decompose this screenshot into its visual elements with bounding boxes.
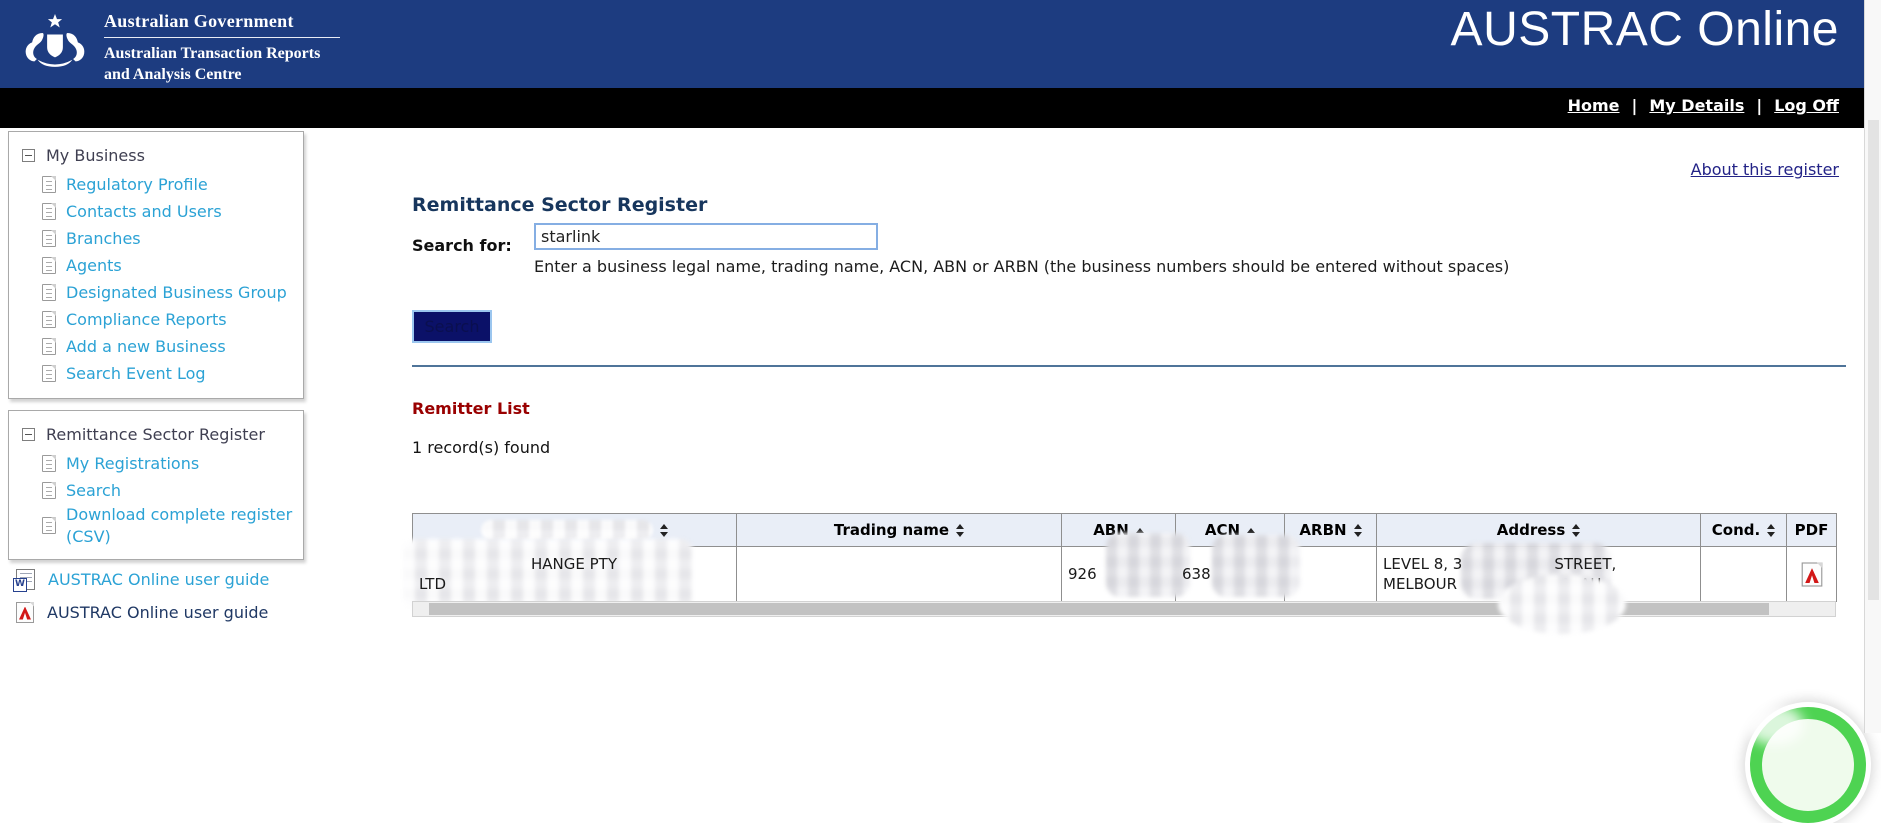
remitter-list-heading: Remitter List bbox=[412, 399, 530, 418]
cell-abn: 926 bbox=[1062, 547, 1176, 602]
document-icon bbox=[42, 284, 56, 301]
chat-widget-button[interactable] bbox=[1750, 707, 1866, 823]
pdf-document-icon bbox=[16, 602, 34, 623]
app-title: AUSTRAC Online bbox=[1451, 2, 1839, 57]
document-icon bbox=[42, 311, 56, 328]
search-button[interactable]: Search bbox=[412, 310, 492, 343]
cell-acn: 638 bbox=[1176, 547, 1285, 602]
nav-log-off-link[interactable]: Log Off bbox=[1774, 96, 1839, 115]
sidebar-item-my-registrations[interactable]: My Registrations bbox=[42, 450, 303, 477]
user-guide-word-row[interactable]: AUSTRAC Online user guide bbox=[16, 567, 316, 591]
nav-home-link[interactable]: Home bbox=[1568, 96, 1620, 115]
sidebar-remittance-register-panel: Remittance Sector Register My Registrati… bbox=[8, 410, 304, 560]
cell-legal-name: HANGE PTY LTD bbox=[413, 547, 737, 602]
sidebar-item-add-a-new-business[interactable]: Add a new Business bbox=[42, 333, 303, 360]
sidebar-item-contacts-and-users[interactable]: Contacts and Users bbox=[42, 198, 303, 225]
nav-my-details-link[interactable]: My Details bbox=[1649, 96, 1744, 115]
sort-up-down-icon bbox=[1767, 524, 1775, 537]
search-input[interactable] bbox=[534, 223, 878, 250]
user-guide-links: AUSTRAC Online user guide AUSTRAC Online… bbox=[16, 567, 316, 633]
document-icon bbox=[42, 455, 56, 472]
gov-line2: Australian Transaction Reports bbox=[104, 44, 340, 65]
sort-ascending-icon bbox=[1247, 528, 1255, 533]
user-guide-pdf-row[interactable]: AUSTRAC Online user guide bbox=[16, 600, 316, 624]
search-for-label: Search for: bbox=[412, 236, 512, 255]
sidebar-item-agents[interactable]: Agents bbox=[42, 252, 303, 279]
word-document-icon bbox=[16, 569, 35, 590]
cell-cond bbox=[1701, 547, 1787, 602]
sidebar-item-download-complete-register-csv[interactable]: Download complete register (CSV) bbox=[42, 504, 303, 547]
document-icon bbox=[42, 176, 56, 193]
column-header-trading-name[interactable]: Trading name bbox=[737, 514, 1062, 547]
tree-header-label: My Business bbox=[46, 146, 145, 165]
document-icon bbox=[42, 338, 56, 355]
document-icon bbox=[42, 517, 56, 534]
gov-line3: and Analysis Centre bbox=[104, 65, 340, 86]
nav-separator: | bbox=[1756, 96, 1762, 115]
nav-separator: | bbox=[1632, 96, 1638, 115]
column-header-cond[interactable]: Cond. bbox=[1701, 514, 1787, 547]
cell-pdf bbox=[1787, 547, 1837, 602]
section-divider bbox=[412, 365, 1846, 367]
sort-ascending-icon bbox=[1136, 528, 1144, 533]
sidebar-item-search[interactable]: Search bbox=[42, 477, 303, 504]
sort-up-down-icon bbox=[1572, 524, 1580, 537]
sort-up-down-icon bbox=[660, 524, 668, 537]
sidebar-item-branches[interactable]: Branches bbox=[42, 225, 303, 252]
sidebar-item-compliance-reports[interactable]: Compliance Reports bbox=[42, 306, 303, 333]
user-guide-pdf-link[interactable]: AUSTRAC Online user guide bbox=[47, 603, 268, 622]
user-guide-word-link[interactable]: AUSTRAC Online user guide bbox=[48, 570, 269, 589]
sidebar-item-designated-business-group[interactable]: Designated Business Group bbox=[42, 279, 303, 306]
column-header-pdf: PDF bbox=[1787, 514, 1837, 547]
scrollbar-thumb[interactable] bbox=[1868, 120, 1879, 600]
sort-up-down-icon bbox=[1354, 524, 1362, 537]
search-hint-text: Enter a business legal name, trading nam… bbox=[534, 257, 1509, 276]
government-title-block: Australian Government Australian Transac… bbox=[104, 11, 340, 86]
sort-up-down-icon bbox=[956, 524, 964, 537]
tree-header-my-business: My Business bbox=[22, 146, 303, 165]
tree-header-label: Remittance Sector Register bbox=[46, 425, 265, 444]
sidebar-item-regulatory-profile[interactable]: Regulatory Profile bbox=[42, 171, 303, 198]
header-banner: Australian Government Australian Transac… bbox=[0, 0, 1881, 88]
document-icon bbox=[42, 257, 56, 274]
document-icon bbox=[42, 203, 56, 220]
top-nav-bar: Home | My Details | Log Off bbox=[0, 88, 1881, 128]
remitter-results-table: Trading name ABN ACN ARBN bbox=[412, 513, 1837, 602]
document-icon bbox=[42, 365, 56, 382]
australian-coat-of-arms-icon bbox=[14, 3, 96, 85]
about-this-register-link[interactable]: About this register bbox=[1691, 160, 1839, 179]
cell-trading-name bbox=[737, 547, 1062, 602]
gov-divider bbox=[104, 37, 340, 38]
document-icon bbox=[42, 482, 56, 499]
records-found-count: 1 record(s) found bbox=[412, 438, 550, 457]
collapse-toggle-icon[interactable] bbox=[22, 149, 35, 162]
page-title: Remittance Sector Register bbox=[412, 194, 707, 216]
gov-line1: Australian Government bbox=[104, 11, 340, 32]
column-header-address[interactable]: Address bbox=[1377, 514, 1701, 547]
redaction-blur bbox=[1498, 574, 1626, 634]
document-icon bbox=[42, 230, 56, 247]
tree-header-remittance-sector-register: Remittance Sector Register bbox=[22, 425, 303, 444]
sidebar-item-search-event-log[interactable]: Search Event Log bbox=[42, 360, 303, 387]
collapse-toggle-icon[interactable] bbox=[22, 428, 35, 441]
nav-links: Home | My Details | Log Off bbox=[1568, 96, 1839, 115]
table-row: HANGE PTY LTD 926 638 LEVEL 8, 3STREET, … bbox=[413, 547, 1837, 602]
sidebar-my-business-panel: My Business Regulatory Profile Contacts … bbox=[8, 131, 304, 399]
redaction-blur bbox=[481, 520, 653, 540]
pdf-file-icon[interactable] bbox=[1801, 562, 1822, 586]
page-vertical-scrollbar[interactable] bbox=[1864, 0, 1881, 733]
